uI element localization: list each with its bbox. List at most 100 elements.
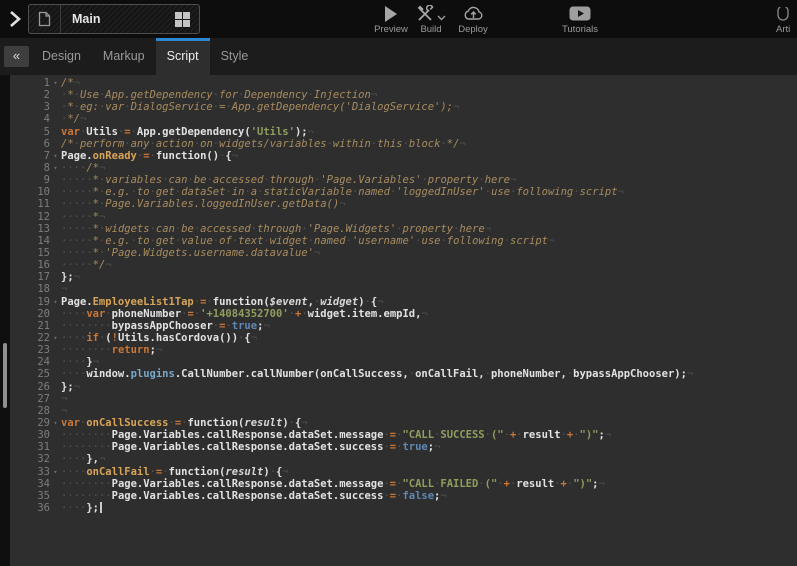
artifacts-button-partial[interactable]: Arti	[776, 4, 797, 35]
gutter[interactable]: 15	[10, 247, 61, 259]
gutter[interactable]: 14	[10, 235, 61, 247]
scrollbar-thumb[interactable]	[3, 343, 7, 408]
tab-style[interactable]: Style	[210, 38, 260, 75]
gutter[interactable]: 9	[10, 174, 61, 186]
code-line[interactable]: 6/*·perform·any·action·on·widgets/variab…	[10, 138, 797, 150]
code-line[interactable]: 19▾Page.EmployeeList1Tap·=·function($eve…	[10, 296, 797, 308]
gutter[interactable]: 3	[10, 101, 61, 113]
gutter[interactable]: 7▾	[10, 150, 61, 162]
gutter[interactable]: 1▾	[10, 77, 61, 89]
tab-script[interactable]: Script	[156, 38, 210, 75]
code-line[interactable]: 1▾/*¬	[10, 77, 797, 89]
build-button[interactable]: Build	[408, 4, 454, 35]
gutter[interactable]: 24	[10, 356, 61, 368]
gutter[interactable]: 28	[10, 405, 61, 417]
page-selector[interactable]: Main	[28, 4, 200, 34]
fold-icon[interactable]: ▾	[50, 296, 61, 308]
gutter[interactable]: 19▾	[10, 296, 61, 308]
gutter[interactable]: 16	[10, 259, 61, 271]
code-line[interactable]: 14·····*·e.g.·to·get·value·of·text·widge…	[10, 235, 797, 247]
gutter[interactable]: 6	[10, 138, 61, 150]
code-line[interactable]: 10·····*·e.g.·to·get·dataSet·in·a·static…	[10, 186, 797, 198]
code-line[interactable]: 27¬	[10, 393, 797, 405]
gutter[interactable]: 13	[10, 223, 61, 235]
gutter[interactable]: 36	[10, 502, 61, 514]
code-line[interactable]: 7▾Page.onReady·=·function()·{¬	[10, 150, 797, 162]
preview-button[interactable]: Preview	[369, 4, 413, 35]
code-line[interactable]: 29▾var·onCallSuccess·=·function(result)·…	[10, 417, 797, 429]
code-line[interactable]: 31········Page.Variables.callResponse.da…	[10, 441, 797, 453]
gutter[interactable]: 18	[10, 283, 61, 295]
gutter[interactable]: 32	[10, 453, 61, 465]
code-line[interactable]: 36····};	[10, 502, 797, 514]
code-line[interactable]: 8▾····/*¬	[10, 162, 797, 174]
gutter[interactable]: 23	[10, 344, 61, 356]
gutter[interactable]: 11	[10, 198, 61, 210]
code-line[interactable]: 32····},¬	[10, 453, 797, 465]
gutter[interactable]: 25	[10, 368, 61, 380]
code-line[interactable]: 21········bypassAppChooser·=·true;¬	[10, 320, 797, 332]
code-line[interactable]: 11·····*·Page.Variables.loggedInUser.get…	[10, 198, 797, 210]
gutter[interactable]: 34	[10, 478, 61, 490]
fold-icon[interactable]: ▾	[50, 150, 61, 162]
gutter[interactable]: 17	[10, 271, 61, 283]
code-line[interactable]: 17};¬	[10, 271, 797, 283]
code-line[interactable]: 4·*/¬	[10, 113, 797, 125]
code-line[interactable]: 24····}¬	[10, 356, 797, 368]
fold-icon[interactable]: ▾	[50, 332, 61, 344]
document-icon	[38, 11, 51, 27]
gutter[interactable]: 31	[10, 441, 61, 453]
gutter[interactable]: 35	[10, 490, 61, 502]
code-line[interactable]: 30········Page.Variables.callResponse.da…	[10, 429, 797, 441]
gutter[interactable]: 29▾	[10, 417, 61, 429]
line-number: 35	[10, 490, 50, 502]
script-code-editor[interactable]: 1▾/*¬2·*·Use·App.getDependency·for·Depen…	[10, 75, 797, 566]
gutter[interactable]: 5	[10, 126, 61, 138]
code-line[interactable]: 34········Page.Variables.callResponse.da…	[10, 478, 797, 490]
code-line[interactable]: 5var·Utils·=·App.getDependency('Utils');…	[10, 126, 797, 138]
code-line[interactable]: 13·····*·widgets·can·be·accessed·through…	[10, 223, 797, 235]
fold-icon[interactable]: ▾	[50, 162, 61, 174]
fold-icon[interactable]: ▾	[50, 417, 61, 429]
gutter[interactable]: 20	[10, 308, 61, 320]
code-line[interactable]: 26};¬	[10, 381, 797, 393]
code-line[interactable]: 2·*·Use·App.getDependency·for·Dependency…	[10, 89, 797, 101]
gutter[interactable]: 33▾	[10, 466, 61, 478]
gutter[interactable]: 2	[10, 89, 61, 101]
gutter[interactable]: 21	[10, 320, 61, 332]
code-line[interactable]: 16·····*/¬	[10, 259, 797, 271]
gutter[interactable]: 8▾	[10, 162, 61, 174]
gutter[interactable]: 22▾	[10, 332, 61, 344]
code-line[interactable]: 28¬	[10, 405, 797, 417]
code-line[interactable]: 12·····*¬	[10, 211, 797, 223]
collapse-panel-button[interactable]: «	[4, 46, 29, 67]
deploy-button[interactable]: Deploy	[450, 4, 496, 35]
code-line[interactable]: 35········Page.Variables.callResponse.da…	[10, 490, 797, 502]
fold-icon[interactable]: ▾	[50, 77, 61, 89]
code-line[interactable]: 33▾····onCallFail·=·function(result)·{¬	[10, 466, 797, 478]
line-number: 34	[10, 478, 50, 490]
pages-grid-icon[interactable]	[175, 12, 190, 27]
code-line[interactable]: 15·····*·'Page.Widgets.username.datavalu…	[10, 247, 797, 259]
gutter[interactable]: 26	[10, 381, 61, 393]
code-line[interactable]: 23········return;¬	[10, 344, 797, 356]
code-line[interactable]: 18¬	[10, 283, 797, 295]
fold-spacer	[50, 89, 61, 101]
tab-design[interactable]: Design	[31, 38, 92, 75]
gutter[interactable]: 12	[10, 211, 61, 223]
code-line[interactable]: 20····var·phoneNumber·=·'+14084352700'·+…	[10, 308, 797, 320]
fold-icon[interactable]: ▾	[50, 466, 61, 478]
line-number: 22	[10, 332, 50, 344]
tutorials-button[interactable]: Tutorials	[556, 4, 604, 35]
chevron-right-icon	[6, 9, 24, 29]
gutter[interactable]: 30	[10, 429, 61, 441]
code-line[interactable]: 9·····*·variables·can·be·accessed·throug…	[10, 174, 797, 186]
expand-tree-button[interactable]	[6, 9, 24, 29]
gutter[interactable]: 27	[10, 393, 61, 405]
tab-markup[interactable]: Markup	[92, 38, 156, 75]
code-line[interactable]: 22▾····if·(!Utils.hasCordova())·{¬	[10, 332, 797, 344]
gutter[interactable]: 4	[10, 113, 61, 125]
code-line[interactable]: 3·*·eg:·var·DialogService·=·App.getDepen…	[10, 101, 797, 113]
gutter[interactable]: 10	[10, 186, 61, 198]
code-line[interactable]: 25····window.plugins.CallNumber.callNumb…	[10, 368, 797, 380]
